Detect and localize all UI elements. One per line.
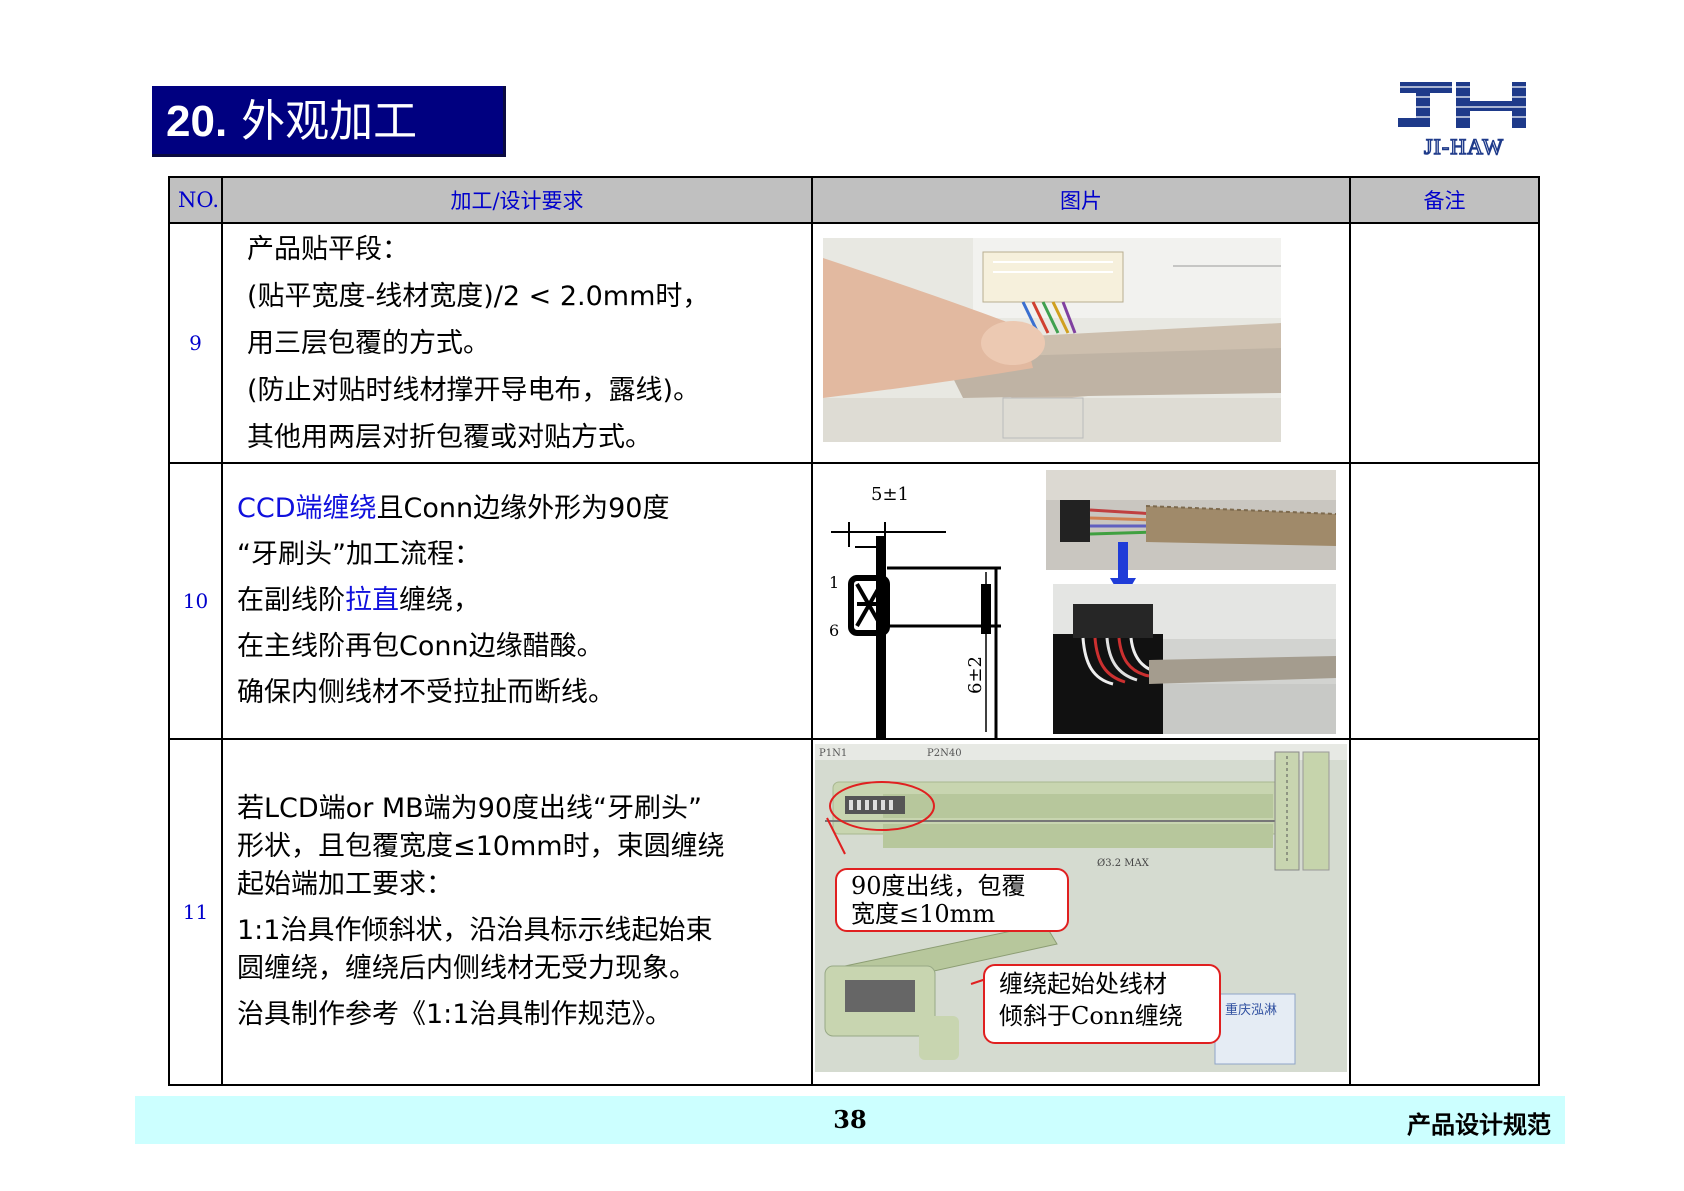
callout-winding-start: 缠绕起始处线材 倾斜于Conn缠绕 [983, 964, 1221, 1044]
svg-text:Ø3.2 MAX: Ø3.2 MAX [1097, 858, 1150, 869]
row-number: 9 [168, 222, 223, 464]
remark-cell [1349, 462, 1540, 740]
table-row: 10 CCD端缠绕且Conn边缘外形为90度 “牙刷头”加工流程： 在副线阶拉直… [168, 462, 1540, 740]
requirement-line: 其他用两层对折包覆或对贴方式。 [247, 421, 652, 453]
callout-line: 90度出线，包覆 [851, 872, 1026, 900]
svg-text:6: 6 [829, 621, 839, 640]
svg-text:P1N1: P1N1 [819, 748, 847, 759]
row-number: 11 [168, 738, 223, 1086]
row-number: 10 [168, 462, 223, 740]
cable-photo-bottom [1053, 584, 1336, 734]
picture-cell: 5±1 1 6 6±2 [811, 462, 1351, 740]
cable-photo-1 [823, 238, 1281, 442]
column-header-remark: 备注 [1349, 176, 1540, 224]
requirement-line: 1:1治具作倾斜状，沿治具标示线起始束 [237, 915, 713, 946]
picture-cell [811, 222, 1351, 464]
footer: 38 产品设计规范 [135, 1096, 1565, 1144]
requirement-line: 产品贴平段： [247, 233, 409, 265]
page-number: 38 [833, 1105, 867, 1134]
requirement-line: CCD端缠绕且Conn边缘外形为90度 [237, 486, 811, 532]
svg-text:P2N40: P2N40 [927, 748, 962, 759]
requirement-cell: 若LCD端or MB端为90度出线“牙刷头” 形状，且包覆宽度≤10mm时，束圆… [221, 738, 813, 1086]
callout-line: 缠绕起始处线材 [999, 970, 1167, 998]
column-header-no: NO. [168, 176, 223, 224]
highlight-text: CCD端缠绕 [237, 493, 377, 524]
requirement-line: 确保内侧线材不受拉扯而断线。 [237, 677, 615, 708]
column-header-requirement: 加工/设计要求 [221, 176, 813, 224]
table-header-row: NO. 加工/设计要求 图片 备注 [168, 176, 1540, 224]
picture-cell: P1N1 P2N40 Ø3.2 MAX 重庆泓淋 90度出线，包覆 宽度≤10m… [811, 738, 1351, 1086]
requirement-line: 治具制作参考《1:1治具制作规范》。 [237, 999, 672, 1030]
requirement-cell: 产品贴平段： (贴平宽度-线材宽度)/2 < 2.0mm时， 用三层包覆的方式。… [221, 222, 813, 464]
highlight-text: 拉直 [345, 585, 399, 616]
requirement-line: 在主线阶再包Conn边缘醋酸。 [237, 631, 604, 662]
requirement-text: 且Conn边缘外形为90度 [376, 493, 670, 524]
svg-text:5±1: 5±1 [871, 484, 909, 505]
requirement-line: 若LCD端or MB端为90度出线“牙刷头” [237, 793, 703, 824]
requirement-line: (贴平宽度-线材宽度)/2 < 2.0mm时， [247, 280, 710, 312]
requirement-line: 用三层包覆的方式。 [247, 327, 490, 359]
callout-90-degree: 90度出线，包覆 宽度≤10mm [835, 868, 1069, 932]
column-header-picture: 图片 [811, 176, 1351, 224]
toothbrush-head-drawing: 5±1 1 6 6±2 [829, 484, 1001, 740]
requirement-line: 起始端加工要求： [237, 869, 453, 900]
svg-text:重庆泓淋: 重庆泓淋 [1225, 1002, 1277, 1018]
requirement-line: 在副线阶拉直缠绕， [237, 578, 811, 624]
requirement-line: 形状，且包覆宽度≤10mm时，束圆缠绕 [237, 831, 725, 862]
callout-line: 倾斜于Conn缠绕 [999, 1002, 1183, 1030]
requirement-text: 缠绕， [399, 585, 480, 616]
cable-photo-top [1046, 470, 1336, 570]
svg-text:6±2: 6±2 [965, 656, 986, 694]
callout-line: 宽度≤10mm [851, 900, 996, 928]
requirements-table: NO. 加工/设计要求 图片 备注 9 产品贴平段： (贴平宽度-线材宽度)/2… [168, 176, 1540, 1086]
table-row: 9 产品贴平段： (贴平宽度-线材宽度)/2 < 2.0mm时， 用三层包覆的方… [168, 222, 1540, 464]
requirement-cell: CCD端缠绕且Conn边缘外形为90度 “牙刷头”加工流程： 在副线阶拉直缠绕，… [221, 462, 813, 740]
footer-spec-title: 产品设计规范 [1407, 1110, 1551, 1139]
ji-haw-logo: JI-HAW [1394, 78, 1534, 162]
requirement-line: 圆缠绕，缠绕后内侧线材无受力现象。 [237, 953, 696, 984]
page-title: 20. 外观加工 [152, 86, 506, 157]
requirement-line: (防止对贴时线材撑开导电布，露线)。 [247, 374, 701, 406]
requirement-line: “牙刷头”加工流程： [237, 539, 481, 570]
svg-text:JI-HAW: JI-HAW [1424, 134, 1504, 159]
requirement-text: 在副线阶 [237, 585, 345, 616]
remark-cell [1349, 738, 1540, 1086]
svg-text:1: 1 [829, 573, 839, 592]
remark-cell [1349, 222, 1540, 464]
table-row: 11 若LCD端or MB端为90度出线“牙刷头” 形状，且包覆宽度≤10mm时… [168, 738, 1540, 1086]
